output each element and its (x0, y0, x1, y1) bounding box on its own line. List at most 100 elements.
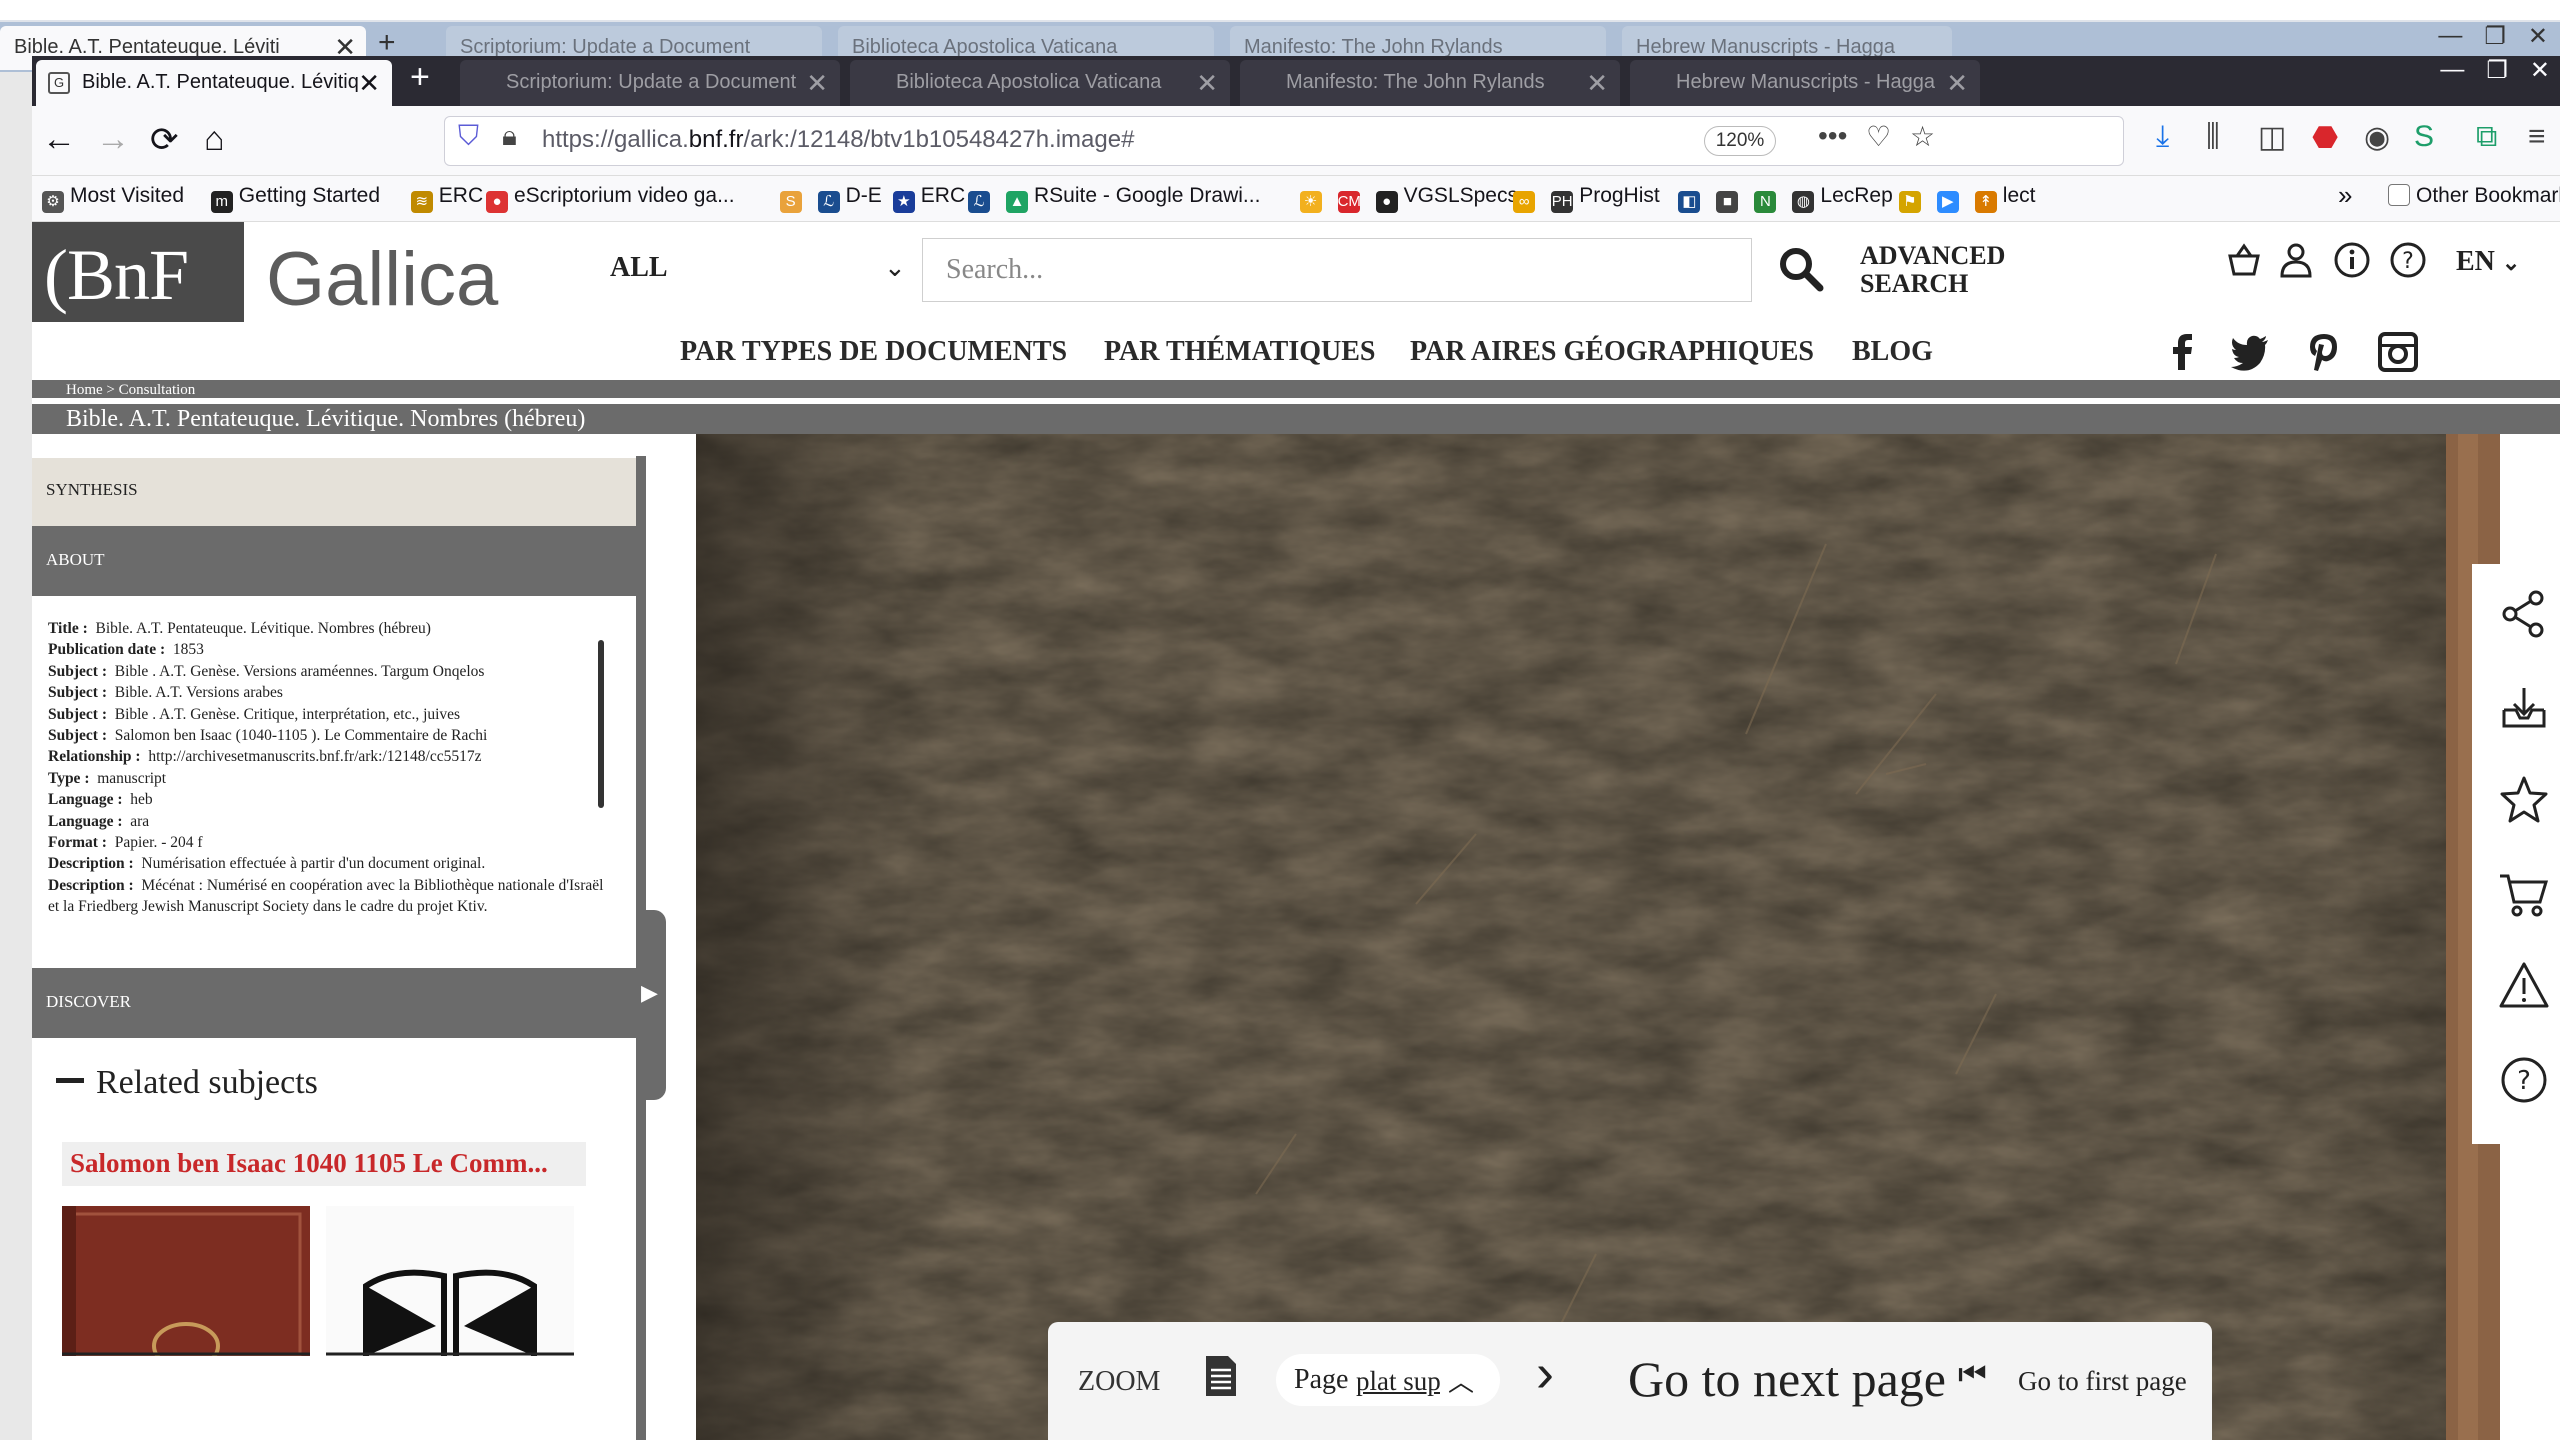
nav-by-geographic-area[interactable]: PAR AIRES GÉOGRAPHIQUES (1410, 336, 1814, 368)
close-icon[interactable]: ✕ (1946, 68, 1968, 99)
next-page-arrow-icon[interactable]: › (1536, 1342, 1554, 1404)
bookmark-item[interactable]: ▶ (1936, 184, 1965, 213)
related-thumbnail-book[interactable] (62, 1206, 310, 1356)
bookmark-item[interactable]: ■ (1716, 184, 1744, 213)
facebook-icon[interactable] (2160, 330, 2204, 374)
search-input[interactable] (922, 238, 1752, 302)
back-icon[interactable]: ← (42, 120, 76, 159)
basket-icon[interactable] (2224, 240, 2264, 280)
nav-by-document-type[interactable]: PAR TYPES DE DOCUMENTS (680, 336, 1067, 368)
bookmark-item[interactable]: ℒ (968, 184, 996, 213)
tab[interactable]: Biblioteca Apostolica Vaticana ✕ (850, 60, 1230, 106)
download-icon[interactable]: ⤓ (2156, 120, 2169, 154)
zoom-level[interactable]: 120% (1704, 126, 1776, 156)
help-icon[interactable]: ? (2388, 240, 2428, 280)
new-tab-icon[interactable]: + (378, 26, 396, 60)
bookmark-item[interactable]: N (1754, 184, 1782, 213)
metadata-value[interactable]: http://archivesetmanuscrits.bnf.fr/ark:/… (148, 748, 481, 765)
bookmark-item[interactable]: ● VGSLSpecs (1375, 184, 1518, 213)
lock-icon[interactable]: 🔒︎ (502, 120, 517, 153)
metadata-scrollbar[interactable] (598, 640, 604, 808)
user-icon[interactable] (2276, 240, 2316, 280)
info-icon[interactable] (2332, 240, 2372, 280)
bookmark-item[interactable]: ⚑ (1898, 184, 1927, 213)
maximize-icon[interactable]: ❐ (2484, 22, 2506, 51)
search-scope-select[interactable]: ALL (610, 252, 668, 284)
minimize-icon[interactable]: — (2440, 56, 2464, 85)
shield-icon[interactable]: ⛉ (458, 120, 479, 153)
bookmark-item[interactable]: PH ProgHist (1551, 184, 1660, 213)
library-icon[interactable]: ⫼ (2206, 120, 2220, 154)
close-window-icon[interactable]: ✕ (2528, 22, 2548, 51)
bookmark-item[interactable]: ▲ RSuite - Google Drawi... (1006, 184, 1260, 213)
document-mode-icon[interactable] (1200, 1354, 1242, 1398)
breadcrumb-home[interactable]: Home (66, 382, 103, 398)
cart-icon[interactable] (2498, 868, 2550, 920)
nav-by-theme[interactable]: PAR THÉMATIQUES (1104, 336, 1375, 368)
twitter-icon[interactable] (2228, 330, 2272, 374)
close-icon[interactable]: ✕ (358, 68, 380, 99)
sidebar-icon[interactable]: ◫ (2258, 120, 2286, 155)
url-text[interactable]: https://gallica.bnf.fr/ark:/12148/btv1b1… (542, 126, 1134, 154)
account-icon[interactable]: ◉ (2364, 120, 2390, 155)
tab[interactable]: Hebrew Manuscripts - Hagga ✕ (1630, 60, 1980, 106)
bookmark-item[interactable]: S (779, 184, 808, 213)
share-icon[interactable] (2498, 588, 2550, 640)
chevron-right-icon[interactable]: ▶ (641, 980, 658, 1006)
reload-icon[interactable]: ⟳ (150, 120, 179, 160)
help-icon[interactable]: ? (2498, 1054, 2550, 1106)
forward-icon[interactable]: → (96, 120, 130, 159)
new-tab-icon[interactable]: + (410, 58, 430, 97)
related-thumbnail-diagram[interactable] (326, 1206, 574, 1356)
page-value-input[interactable]: plat sup (1356, 1366, 1440, 1397)
bookmark-item[interactable]: ↟ lect (1974, 184, 2035, 213)
close-icon[interactable]: ✕ (1586, 68, 1608, 99)
bookmark-item[interactable]: CM (1337, 184, 1366, 213)
bnf-logo[interactable]: (BnF (32, 222, 244, 322)
next-page-button[interactable]: Go to next page (1628, 1350, 1946, 1408)
tab[interactable]: Manifesto: The John Rylands ✕ (1240, 60, 1620, 106)
bookmarks-overflow-icon[interactable]: » (2338, 180, 2352, 211)
pinterest-icon[interactable] (2302, 330, 2346, 374)
gallica-logo[interactable]: Gallica (266, 236, 498, 323)
tab-active[interactable]: G Bible. A.T. Pentateuque. Lévitiq ✕ (36, 60, 392, 106)
favorite-star-icon[interactable] (2498, 774, 2550, 826)
zoom-button[interactable]: ZOOM (1078, 1366, 1160, 1398)
nav-blog[interactable]: BLOG (1852, 336, 1933, 368)
bookmark-item[interactable]: ≋ ERC (410, 184, 483, 213)
pocket-icon[interactable]: ♡ (1866, 120, 1891, 153)
close-icon[interactable]: ✕ (806, 68, 828, 99)
adblock-icon[interactable]: ⬣ (2312, 120, 2338, 155)
bookmark-star-icon[interactable]: ☆ (1910, 120, 1935, 153)
first-page-button[interactable]: Go to first page (2018, 1366, 2187, 1397)
bookmark-item[interactable]: ℒ D-E (817, 184, 882, 213)
report-warning-icon[interactable] (2498, 960, 2550, 1012)
tab[interactable]: Scriptorium: Update a Document ✕ (460, 60, 840, 106)
about-section[interactable]: ABOUT (32, 526, 638, 596)
minimize-icon[interactable]: — (2438, 22, 2462, 51)
close-window-icon[interactable]: ✕ (2530, 56, 2550, 85)
bookmark-item[interactable]: ★ ERC (892, 184, 965, 213)
chevron-down-icon[interactable]: ⌄ (884, 252, 906, 283)
manuscript-cover-image[interactable] (696, 434, 2506, 1440)
language-select[interactable]: EN ⌄ (2456, 246, 2520, 278)
bookmark-item[interactable]: ⚙ Most Visited (42, 184, 184, 213)
other-bookmarks[interactable]: Other Bookmarks (2388, 184, 2560, 208)
bookmark-item[interactable]: ☀ (1299, 184, 1328, 213)
close-icon[interactable]: ✕ (1196, 68, 1218, 99)
menu-icon[interactable]: ≡ (2528, 120, 2546, 154)
bookmark-item[interactable]: ∞ (1513, 184, 1541, 213)
download-icon[interactable] (2498, 682, 2550, 734)
instagram-icon[interactable] (2376, 330, 2420, 374)
bookmark-item[interactable]: ◍ LecRep (1792, 184, 1893, 213)
chevron-up-icon[interactable]: ︿ (1448, 1362, 1474, 1399)
discover-section[interactable]: DISCOVER (32, 968, 638, 1038)
related-subject-link[interactable]: Salomon ben Isaac 1040 1105 Le Comm... (70, 1148, 548, 1179)
first-page-icon[interactable]: ⏮ (1958, 1356, 1987, 1394)
more-actions-icon[interactable]: ••• (1818, 120, 1847, 152)
collapse-icon[interactable] (56, 1078, 84, 1083)
advanced-search-link[interactable]: ADVANCED SEARCH (1860, 242, 2050, 298)
maximize-icon[interactable]: ❐ (2486, 56, 2508, 85)
extension-s-icon[interactable]: S (2414, 120, 2434, 154)
bookmark-item[interactable]: m Getting Started (210, 184, 380, 213)
